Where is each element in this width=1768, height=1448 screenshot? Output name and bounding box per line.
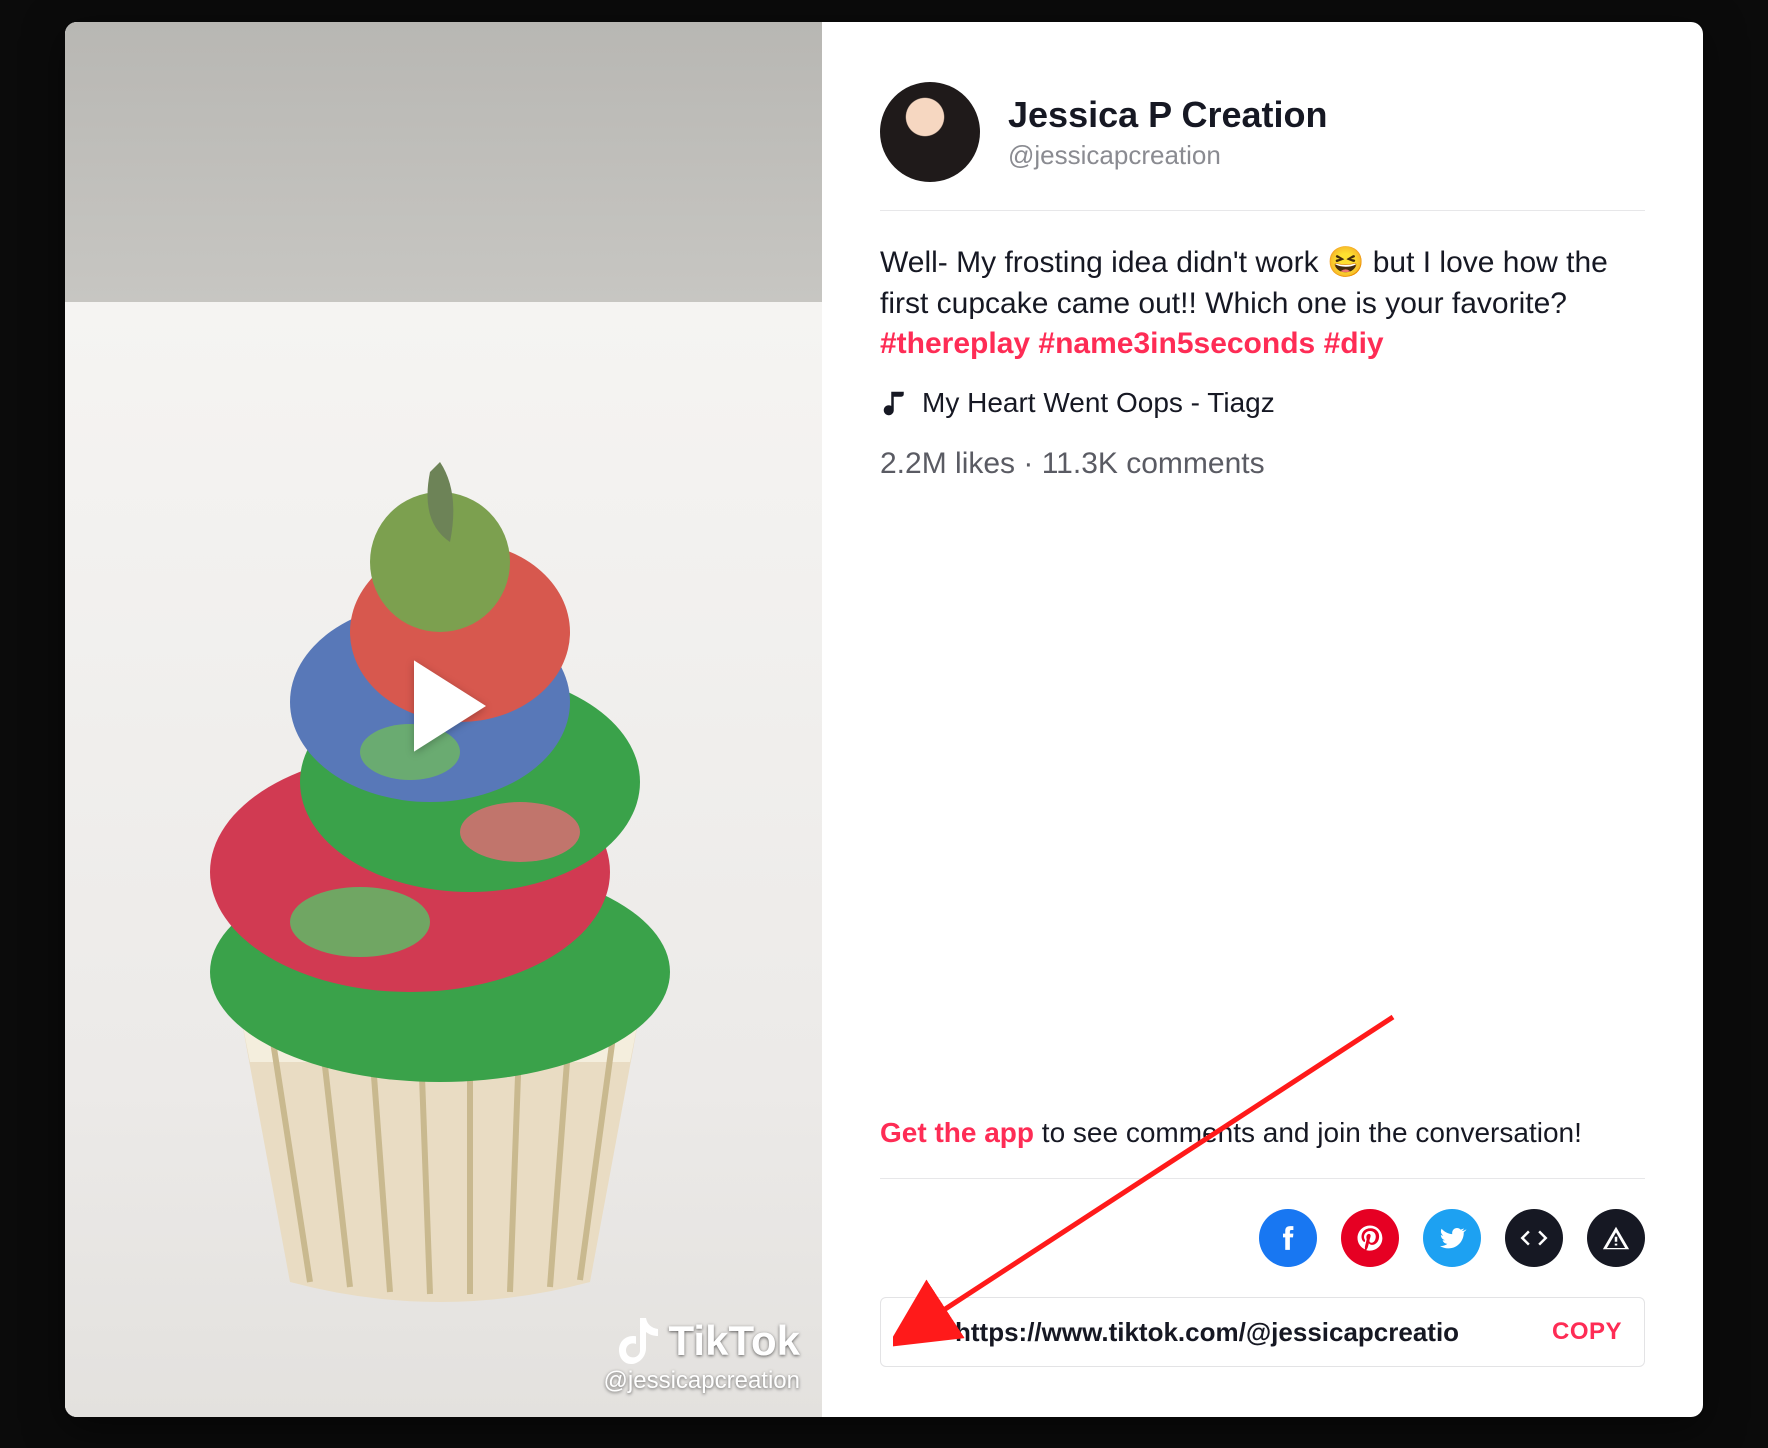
- link-icon: [903, 1316, 935, 1348]
- creator-handle: @jessicapcreation: [1008, 140, 1328, 171]
- facebook-icon: [1273, 1223, 1303, 1253]
- hashtag-3[interactable]: #diy: [1324, 327, 1384, 360]
- share-report-button[interactable]: [1587, 1209, 1645, 1267]
- twitter-icon: [1437, 1223, 1467, 1253]
- watermark-handle: @jessicapcreation: [604, 1367, 800, 1395]
- caption-text-before: Well- My frosting idea didn't work: [880, 246, 1327, 279]
- get-app-cta: Get the app to see comments and join the…: [880, 1113, 1645, 1179]
- engagement-stats: 2.2M likes · 11.3K comments: [880, 447, 1645, 481]
- hashtag-1[interactable]: #thereplay: [880, 327, 1030, 360]
- get-app-link[interactable]: Get the app: [880, 1117, 1034, 1148]
- warning-triangle-icon: [1601, 1223, 1631, 1253]
- info-panel: Jessica P Creation @jessicapcreation Wel…: [822, 22, 1703, 1417]
- share-twitter-button[interactable]: [1423, 1209, 1481, 1267]
- caption-emoji: 😆: [1327, 246, 1364, 279]
- hashtag-2[interactable]: #name3in5seconds: [1038, 327, 1315, 360]
- music-row[interactable]: My Heart Went Oops - Tiagz: [880, 387, 1645, 419]
- cupcake-image: [160, 452, 720, 1312]
- video-preview[interactable]: TikTok @jessicapcreation: [65, 22, 822, 1417]
- share-buttons-row: [880, 1209, 1645, 1267]
- comments-count: 11.3K comments: [1042, 447, 1265, 480]
- video-background-wall: [65, 22, 822, 302]
- play-icon: [384, 646, 504, 766]
- video-modal: TikTok @jessicapcreation Jessica P Creat…: [65, 22, 1703, 1417]
- share-facebook-button[interactable]: [1259, 1209, 1317, 1267]
- tiktok-logo-icon: [619, 1318, 659, 1364]
- music-label: My Heart Went Oops - Tiagz: [922, 387, 1275, 419]
- likes-count: 2.2M likes: [880, 447, 1015, 480]
- pinterest-icon: [1355, 1223, 1385, 1253]
- video-caption: Well- My frosting idea didn't work 😆 but…: [880, 243, 1645, 365]
- music-note-icon: [880, 388, 910, 418]
- creator-avatar[interactable]: [880, 82, 980, 182]
- share-url-input[interactable]: [955, 1317, 1532, 1348]
- video-watermark: TikTok @jessicapcreation: [604, 1317, 800, 1395]
- play-button[interactable]: [384, 646, 504, 766]
- brand-name: TikTok: [669, 1317, 800, 1365]
- cta-rest: to see comments and join the conversatio…: [1034, 1117, 1582, 1148]
- creator-header[interactable]: Jessica P Creation @jessicapcreation: [880, 82, 1645, 211]
- embed-icon: [1519, 1223, 1549, 1253]
- share-pinterest-button[interactable]: [1341, 1209, 1399, 1267]
- creator-name: Jessica P Creation: [1008, 94, 1328, 136]
- copy-link-button[interactable]: COPY: [1552, 1318, 1622, 1346]
- share-url-row: COPY: [880, 1297, 1645, 1367]
- share-embed-button[interactable]: [1505, 1209, 1563, 1267]
